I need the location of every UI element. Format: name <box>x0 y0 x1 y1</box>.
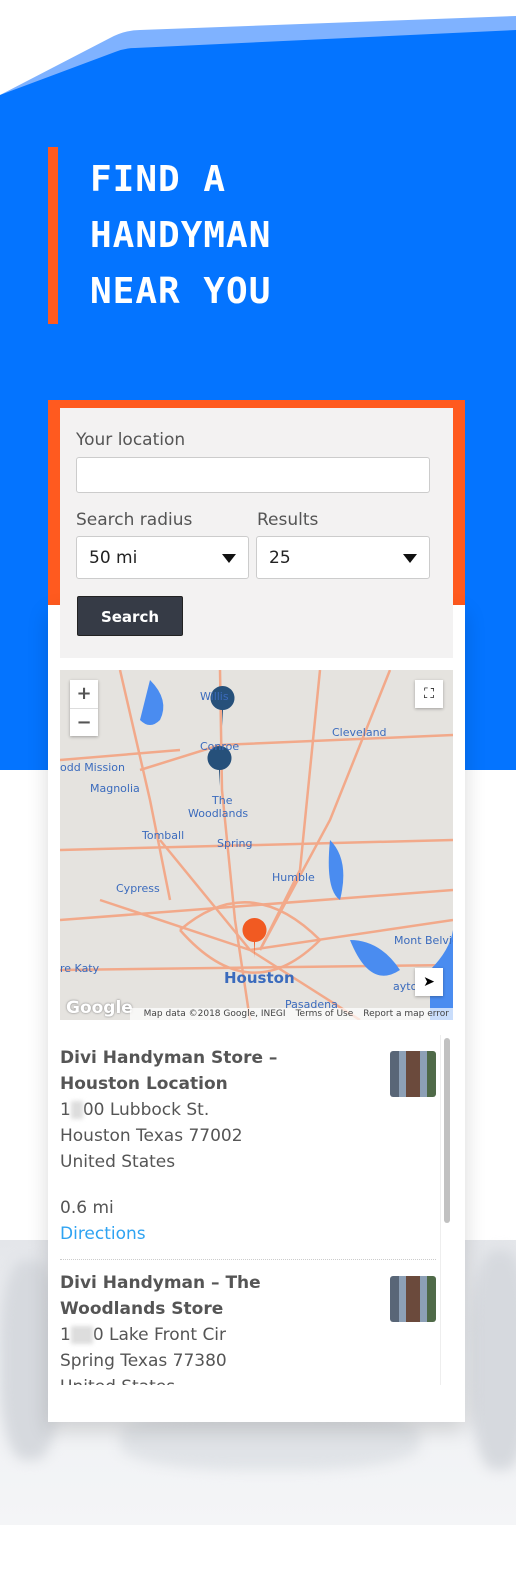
page-title: FIND A HANDYMAN NEAR YOU <box>90 152 271 320</box>
my-location-button[interactable]: ➤ <box>415 968 443 996</box>
scrollbar-thumb[interactable] <box>444 1038 450 1223</box>
title-line: NEAR YOU <box>90 271 272 312</box>
store-street: 10 Lake Front Cir <box>60 1325 227 1345</box>
list-item[interactable]: Divi Handyman Store – Houston Location 1… <box>60 1035 436 1259</box>
map-label: Tomball <box>142 829 185 842</box>
fullscreen-button[interactable]: ⛶ <box>415 680 443 708</box>
report-error-link[interactable]: Report a map error <box>363 1009 449 1019</box>
map-label: Mont Belvie <box>394 934 453 947</box>
map-label: Cypress <box>116 882 160 895</box>
map-label: Cleveland <box>332 726 387 739</box>
map-label: Woodlands <box>188 807 249 820</box>
zoom-out-button[interactable]: − <box>70 708 98 736</box>
map-label: Magnolia <box>90 782 140 795</box>
results-select[interactable]: 25 <box>256 536 430 579</box>
map-label: The <box>212 794 233 807</box>
title-line: FIND A <box>90 159 227 200</box>
location-input[interactable] <box>76 457 430 493</box>
search-button[interactable]: Search <box>77 596 183 636</box>
google-logo: Google <box>66 998 133 1018</box>
caret-down-icon <box>403 554 417 563</box>
directions-link[interactable]: Directions <box>60 1221 436 1247</box>
store-street: 1 00 Lubbock St. <box>60 1100 210 1120</box>
map-label: odd Mission <box>60 761 125 774</box>
map-data-text: Map data ©2018 Google, INEGI <box>143 1009 286 1019</box>
results-label: Results <box>257 510 319 530</box>
map-attribution: Map data ©2018 Google, INEGI Terms of Use… <box>129 1008 453 1020</box>
title-accent-bar <box>48 147 58 324</box>
list-item[interactable]: Divi Handyman – The Woodlands Store 10 L… <box>60 1259 436 1385</box>
radius-label: Search radius <box>76 510 193 530</box>
store-country: United States <box>60 1374 436 1385</box>
store-city: Spring Texas 77380 <box>60 1351 227 1371</box>
store-distance: 0.6 mi <box>60 1198 114 1218</box>
fullscreen-icon: ⛶ <box>424 686 434 702</box>
navigation-arrow-icon: ➤ <box>423 974 435 990</box>
store-country: United States <box>60 1152 176 1172</box>
map-label: Spring <box>217 837 253 850</box>
map-label: Conroe <box>200 740 240 753</box>
store-thumbnail <box>390 1051 436 1097</box>
zoom-in-button[interactable]: + <box>70 680 98 708</box>
store-name: Divi Handyman – The Woodlands Store <box>60 1273 261 1319</box>
map-label: Willis <box>200 690 229 703</box>
radius-value: 50 mi <box>89 548 138 568</box>
results-list[interactable]: Divi Handyman Store – Houston Location 1… <box>60 1035 453 1385</box>
results-value: 25 <box>269 548 291 568</box>
radius-select[interactable]: 50 mi <box>76 536 249 579</box>
map[interactable]: Willis Conroe Cleveland odd Mission Magn… <box>60 670 453 1020</box>
map-roads <box>60 670 453 1020</box>
store-city: Houston Texas 77002 <box>60 1126 243 1146</box>
location-label: Your location <box>76 430 186 450</box>
store-thumbnail <box>390 1276 436 1322</box>
map-label: Houston <box>224 969 295 987</box>
caret-down-icon <box>222 554 236 563</box>
map-label: Humble <box>272 871 315 884</box>
map-label: re Katy <box>60 962 100 975</box>
zoom-control: + − <box>70 680 98 736</box>
terms-link[interactable]: Terms of Use <box>296 1009 354 1019</box>
title-line: HANDYMAN <box>90 215 272 256</box>
store-name: Divi Handyman Store – Houston Location <box>60 1048 278 1094</box>
